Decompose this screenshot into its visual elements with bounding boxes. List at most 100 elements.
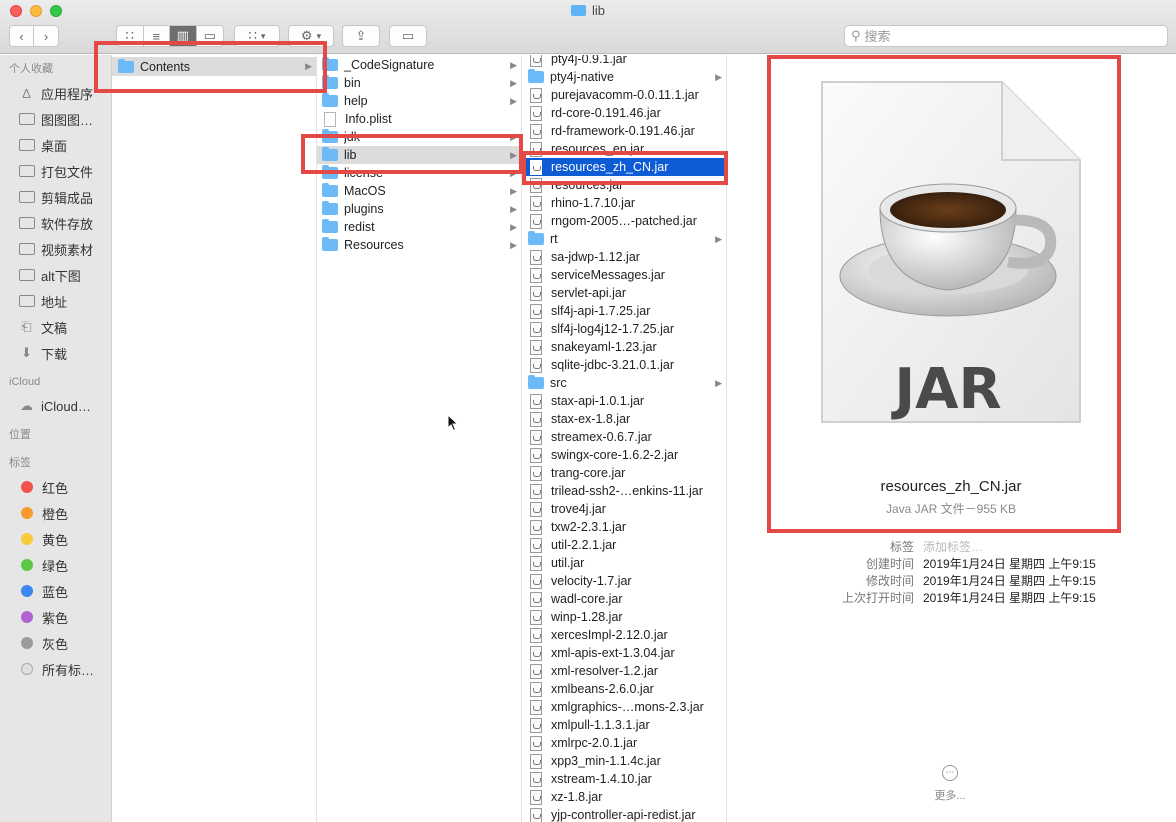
sidebar-item-tag[interactable]: 绿色 — [0, 552, 111, 578]
sidebar-item-favorite[interactable]: 视频素材 — [0, 236, 111, 262]
file-row[interactable]: streamex-0.6.7.jar — [522, 428, 726, 446]
file-row[interactable]: xmlrpc-2.0.1.jar — [522, 734, 726, 752]
sidebar-item-tag[interactable]: 紫色 — [0, 604, 111, 630]
sidebar-item-tag[interactable]: 橙色 — [0, 500, 111, 526]
file-row[interactable]: slf4j-api-1.7.25.jar — [522, 302, 726, 320]
jar-file-icon — [530, 609, 542, 625]
tags-button[interactable]: ▭ — [389, 25, 427, 47]
sidebar-header-locations: 位置 — [9, 429, 31, 441]
file-row[interactable]: xmlbeans-2.6.0.jar — [522, 680, 726, 698]
more-button[interactable]: ⋯ 更多... — [920, 765, 980, 803]
sidebar-item-tag[interactable]: 所有标… — [0, 656, 111, 682]
folder-row[interactable]: jdk ▶ — [317, 128, 521, 146]
folder-icon — [528, 69, 544, 83]
file-row[interactable]: wadl-core.jar — [522, 590, 726, 608]
sidebar-item-favorite[interactable]: 软件存放 — [0, 210, 111, 236]
folder-row[interactable]: Resources ▶ — [317, 236, 521, 254]
sidebar-item-tag[interactable]: 灰色 — [0, 630, 111, 656]
sidebar-item-favorite[interactable]: 图图图… — [0, 106, 111, 132]
search-field[interactable]: ⚲ — [844, 25, 1168, 47]
folder-row[interactable]: src ▶ — [522, 374, 726, 392]
forward-button[interactable]: › — [34, 26, 58, 46]
list-view-button[interactable]: ≡ — [144, 26, 170, 46]
file-row[interactable]: xml-apis-ext-1.3.04.jar — [522, 644, 726, 662]
column-1: Contents ▶ — [112, 55, 317, 822]
sidebar-item-favorite[interactable]: ∆ 应用程序 — [0, 80, 111, 106]
file-row[interactable]: purejavacomm-0.0.11.1.jar — [522, 86, 726, 104]
file-row[interactable]: trove4j.jar — [522, 500, 726, 518]
file-row[interactable]: util.jar — [522, 554, 726, 572]
file-row[interactable]: trilead-ssh2-…enkins-11.jar — [522, 482, 726, 500]
file-row[interactable]: resources.jar — [522, 176, 726, 194]
file-row[interactable]: xz-1.8.jar — [522, 788, 726, 806]
file-row[interactable]: servlet-api.jar — [522, 284, 726, 302]
action-button[interactable]: ⚙ ▾ — [288, 25, 334, 47]
sidebar-item-favorite[interactable]: 打包文件 — [0, 158, 111, 184]
file-row[interactable]: pty4j-0.9.1.jar — [522, 55, 726, 68]
file-row[interactable]: xpp3_min-1.1.4c.jar — [522, 752, 726, 770]
file-row[interactable]: snakeyaml-1.23.jar — [522, 338, 726, 356]
folder-row[interactable]: rt ▶ — [522, 230, 726, 248]
group-button[interactable]: ∷ ▾ — [234, 25, 280, 47]
file-row[interactable]: sqlite-jdbc-3.21.0.1.jar — [522, 356, 726, 374]
file-row[interactable]: stax-api-1.0.1.jar — [522, 392, 726, 410]
add-tags-field[interactable]: 添加标签… — [923, 538, 983, 555]
file-row[interactable]: xmlgraphics-…mons-2.3.jar — [522, 698, 726, 716]
sidebar-item-tag[interactable]: 黄色 — [0, 526, 111, 552]
file-row[interactable]: yjp-controller-api-redist.jar — [522, 806, 726, 822]
sidebar-item-tag[interactable]: 蓝色 — [0, 578, 111, 604]
file-row[interactable]: xmlpull-1.1.3.1.jar — [522, 716, 726, 734]
folder-outline — [18, 165, 35, 177]
file-row[interactable]: txw2-2.3.1.jar — [522, 518, 726, 536]
file-row[interactable]: resources_en.jar — [522, 140, 726, 158]
sidebar-item-favorite[interactable]: 地址 — [0, 288, 111, 314]
file-row[interactable]: xstream-1.4.10.jar — [522, 770, 726, 788]
folder-row[interactable]: lib ▶ — [317, 146, 521, 164]
file-row[interactable]: winp-1.28.jar — [522, 608, 726, 626]
file-row[interactable]: rngom-2005…-patched.jar — [522, 212, 726, 230]
folder-row[interactable]: redist ▶ — [317, 218, 521, 236]
file-row[interactable]: swingx-core-1.6.2-2.jar — [522, 446, 726, 464]
file-row[interactable]: stax-ex-1.8.jar — [522, 410, 726, 428]
icon-view-button[interactable]: ∷ — [117, 26, 144, 46]
jar-file-icon — [530, 213, 542, 229]
sidebar-item-favorite[interactable]: ⬇ 下载 — [0, 340, 111, 366]
tag-color-dot — [21, 611, 33, 623]
nav-buttons: ‹ › — [9, 25, 59, 47]
sidebar-item-favorite[interactable]: 桌面 — [0, 132, 111, 158]
search-input[interactable] — [864, 28, 1145, 44]
folder-row[interactable]: MacOS ▶ — [317, 182, 521, 200]
file-row[interactable]: slf4j-log4j12-1.7.25.jar — [522, 320, 726, 338]
column-view-button[interactable]: ▥ — [170, 26, 197, 46]
desktop-outline — [18, 139, 35, 151]
file-row[interactable]: xml-resolver-1.2.jar — [522, 662, 726, 680]
file-row[interactable]: util-2.2.1.jar — [522, 536, 726, 554]
share-button[interactable]: ⇪ — [342, 25, 380, 47]
file-row[interactable]: Info.plist — [317, 110, 521, 128]
sidebar-item-tag[interactable]: 红色 — [0, 474, 111, 500]
file-row[interactable]: resources_zh_CN.jar — [522, 158, 726, 176]
sidebar-item-favorite[interactable]: 剪辑成品 — [0, 184, 111, 210]
sidebar-item-favorite[interactable]: alt下图 — [0, 262, 111, 288]
back-button[interactable]: ‹ — [10, 26, 35, 46]
file-row[interactable]: serviceMessages.jar — [522, 266, 726, 284]
sidebar-item-icloud[interactable]: ☁ iCloud… — [0, 393, 111, 419]
folder-row[interactable]: pty4j-native ▶ — [522, 68, 726, 86]
folder-row[interactable]: help ▶ — [317, 92, 521, 110]
file-row[interactable]: sa-jdwp-1.12.jar — [522, 248, 726, 266]
chevron-left-icon: ‹ — [19, 28, 24, 44]
gallery-icon: ▭ — [203, 28, 216, 43]
folder-row[interactable]: bin ▶ — [317, 74, 521, 92]
file-row[interactable]: rd-core-0.191.46.jar — [522, 104, 726, 122]
file-row[interactable]: rhino-1.7.10.jar — [522, 194, 726, 212]
sidebar-item-favorite[interactable]: ⎗ 文稿 — [0, 314, 111, 340]
file-row[interactable]: xercesImpl-2.12.0.jar — [522, 626, 726, 644]
file-row[interactable]: rd-framework-0.191.46.jar — [522, 122, 726, 140]
folder-row[interactable]: license ▶ — [317, 164, 521, 182]
file-row[interactable]: velocity-1.7.jar — [522, 572, 726, 590]
gallery-view-button[interactable]: ▭ — [197, 26, 223, 46]
folder-row[interactable]: plugins ▶ — [317, 200, 521, 218]
file-row[interactable]: trang-core.jar — [522, 464, 726, 482]
folder-row[interactable]: Contents ▶ — [112, 57, 316, 76]
folder-row[interactable]: _CodeSignature ▶ — [317, 56, 521, 74]
